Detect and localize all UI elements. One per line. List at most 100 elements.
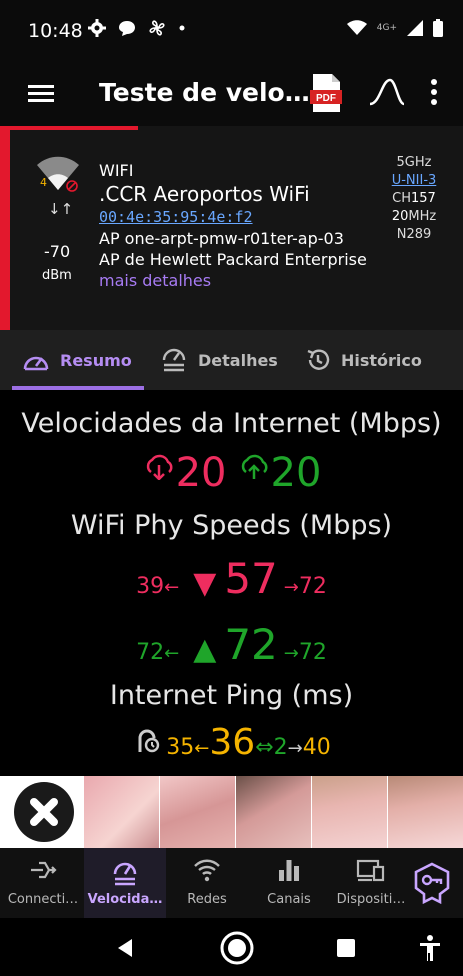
phy-tx-speeds: 72 ← ▲ 72 → 72 [0, 620, 463, 669]
ad-image[interactable] [84, 776, 159, 848]
recents-icon[interactable] [336, 938, 356, 958]
ad-image[interactable] [160, 776, 235, 848]
signal-strength-indicator [10, 126, 138, 130]
connections-icon [31, 861, 57, 879]
more-details-link[interactable]: mais detalhes [99, 270, 369, 291]
close-icon [30, 798, 58, 826]
nav-speed[interactable]: Velocida… [84, 848, 166, 918]
tab-detalhes[interactable]: Detalhes [160, 330, 278, 390]
signal-dbm-unit: dBm [42, 268, 72, 283]
min-arrow-icon: ← [164, 643, 180, 664]
speed-summary: Velocidades da Internet (Mbps) 20 20 WiF… [0, 390, 463, 776]
tab-historico[interactable]: Histórico [305, 330, 422, 390]
channel-width-value: 20 [391, 209, 409, 224]
channel-info: 5GHz U-NII-3 CH157 20MHz N289 [386, 154, 442, 244]
noise-label: N289 [396, 227, 432, 242]
system-navigation-bar [0, 918, 463, 976]
rx-down-triangle-icon: ▼ [193, 566, 217, 601]
app-bar: Teste de velo… PDF [0, 62, 463, 126]
wifi-icon [194, 859, 220, 882]
history-icon [307, 349, 330, 370]
devices-icon [356, 859, 385, 882]
gauge-list-icon [162, 348, 186, 372]
max-arrow-icon: → [283, 577, 299, 598]
channel-number: 157 [411, 191, 436, 206]
cell-signal-icon [407, 20, 423, 36]
phy-tx-current: 72 [224, 620, 278, 669]
ping-max: 40 [302, 735, 331, 760]
internet-speed-heading: Velocidades da Internet (Mbps) [21, 408, 442, 439]
network-mac-link[interactable]: 00:4e:35:95:4e:f2 [99, 207, 369, 228]
speedometer-icon [113, 862, 137, 886]
battery-icon [433, 19, 443, 37]
gauge-icon [23, 356, 49, 371]
ping-current: 36 [209, 722, 256, 763]
premium-badge-icon[interactable] [414, 862, 450, 904]
ping-jitter: 2 [273, 735, 288, 760]
network-type: WIFI [99, 161, 134, 180]
tab-resumo[interactable]: Resumo [22, 330, 132, 390]
internet-upload: 20 [237, 450, 322, 496]
cloud-upload-icon [241, 454, 267, 479]
frequency-label: 5GHz [396, 155, 432, 170]
wifi-status-icon [346, 20, 367, 35]
cloud-download-icon [146, 454, 173, 481]
ping-min: 35 [166, 735, 195, 760]
bar-chart-icon [279, 860, 299, 881]
transfer-arrows-icon: ↓↑ [48, 200, 74, 218]
network-ssid: .CCR Aeroportos WiFi [99, 182, 310, 206]
nav-connections-label: Connecti… [7, 892, 79, 907]
network-type-label: 4G+ [376, 23, 397, 33]
ad-banner[interactable] [0, 776, 463, 848]
nav-networks[interactable]: Redes [166, 848, 248, 918]
accessibility-icon[interactable] [418, 934, 442, 962]
pdf-export-icon[interactable]: PDF [310, 74, 342, 112]
more-options-icon[interactable] [430, 78, 438, 106]
tx-up-triangle-icon: ▲ [193, 632, 217, 667]
hamburger-menu-icon[interactable] [28, 80, 54, 106]
fan-icon [149, 20, 165, 36]
ad-image[interactable] [388, 776, 463, 848]
nav-channels-label: Canais [267, 892, 311, 907]
nav-connections[interactable]: Connecti… [2, 848, 84, 918]
tab-detalhes-label: Detalhes [198, 350, 278, 370]
internet-speed-values: 20 20 [0, 450, 463, 496]
status-time: 10:48 [28, 20, 83, 42]
ping-timer-icon [138, 729, 160, 753]
phy-rx-current: 57 [224, 554, 278, 603]
internet-download: 20 [142, 450, 227, 496]
phy-rx-max: 72 [298, 574, 327, 599]
nav-devices[interactable]: Dispositi… [330, 848, 412, 918]
internet-upload-value: 20 [270, 450, 322, 496]
access-point-name: AP one-arpt-pmw-r01ter-ap-03 [99, 229, 344, 248]
chart-curve-icon[interactable] [368, 78, 406, 106]
ad-image[interactable] [236, 776, 311, 848]
phy-rx-min: 39 [136, 574, 165, 599]
back-icon[interactable] [116, 938, 134, 958]
wifi-generation-label: 4 [40, 176, 47, 189]
phy-speed-heading: WiFi Phy Speeds (Mbps) [70, 510, 393, 541]
tab-historico-label: Histórico [341, 350, 422, 370]
max-arrow-icon: → [287, 738, 303, 759]
network-details: WIFI .CCR Aeroportos WiFi 00:4e:35:95:4e… [99, 160, 369, 291]
page-title: Teste de velo… [99, 78, 310, 107]
settings-icon [88, 19, 106, 37]
nav-networks-label: Redes [187, 892, 227, 907]
network-info-card[interactable]: 4 ↓↑ -70 dBm WIFI .CCR Aeroportos WiFi 0… [0, 126, 463, 330]
band-link[interactable]: U-NII-3 [386, 172, 442, 190]
bottom-navigation: Connecti… Velocida… Redes Canais Disposi… [0, 848, 463, 918]
ad-image[interactable] [312, 776, 387, 848]
chat-bubble-icon [119, 21, 135, 36]
signal-dbm-value: -70 [44, 242, 71, 261]
access-point-vendor: AP de Hewlett Packard Enterprise [99, 250, 367, 269]
status-bar: 10:48 4G+ [0, 0, 463, 62]
home-icon[interactable] [219, 930, 255, 966]
phy-tx-max: 72 [298, 640, 327, 665]
max-arrow-icon: → [283, 643, 299, 664]
nav-channels[interactable]: Canais [248, 848, 330, 918]
ad-close-button[interactable] [14, 782, 74, 842]
signal-strength-bar [0, 126, 10, 330]
wifi-signal-icon: 4 [37, 156, 79, 192]
nav-devices-label: Dispositi… [336, 892, 406, 907]
dot-icon [179, 25, 185, 31]
